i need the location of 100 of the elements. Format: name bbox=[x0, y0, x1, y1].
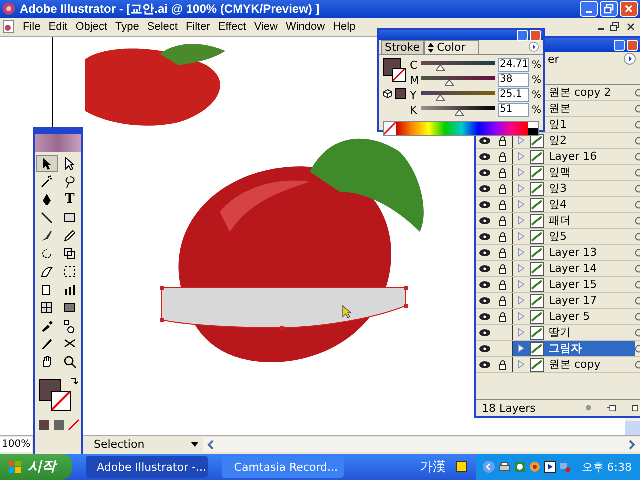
panel-menu-icon[interactable] bbox=[529, 42, 539, 52]
layer-row[interactable]: 원본 copy bbox=[513, 357, 635, 372]
slider-track[interactable] bbox=[421, 61, 495, 65]
value-field[interactable]: 51 bbox=[498, 103, 529, 117]
value-field[interactable]: 38 bbox=[498, 73, 529, 87]
taskbar-button[interactable]: Camtasia Record... bbox=[222, 456, 344, 478]
eye-icon[interactable] bbox=[479, 328, 491, 336]
eye-icon[interactable] bbox=[479, 168, 491, 176]
swap-icon[interactable] bbox=[69, 377, 79, 387]
tab[interactable]: er bbox=[548, 52, 560, 66]
lasso-icon bbox=[63, 174, 77, 188]
minimize-button[interactable] bbox=[614, 40, 625, 50]
taskbar-button[interactable]: Adobe Illustrator -... bbox=[86, 456, 208, 478]
layer-row[interactable]: Layer 17 bbox=[513, 293, 635, 308]
pen-icon bbox=[40, 192, 54, 206]
layer-row[interactable]: 잎5 bbox=[513, 229, 635, 244]
eyedropper-icon bbox=[40, 318, 54, 332]
panel-menu-icon[interactable] bbox=[624, 53, 636, 65]
menu-item[interactable]: Effect bbox=[214, 21, 250, 33]
eye-icon[interactable] bbox=[479, 200, 491, 208]
layer-row[interactable]: Layer 13 bbox=[513, 245, 635, 260]
start-button[interactable]: 시작 bbox=[0, 454, 72, 480]
eye-icon[interactable] bbox=[479, 152, 491, 160]
eye-icon[interactable] bbox=[479, 360, 491, 368]
eye-icon[interactable] bbox=[479, 312, 491, 320]
help-icon[interactable] bbox=[456, 461, 468, 473]
eye-icon[interactable] bbox=[479, 264, 491, 272]
slider-track[interactable] bbox=[421, 76, 495, 80]
menu-item[interactable]: File bbox=[19, 21, 45, 33]
eye-icon[interactable] bbox=[479, 280, 491, 288]
layer-row[interactable]: Layer 16 bbox=[513, 149, 635, 164]
menu-item[interactable]: Edit bbox=[44, 21, 72, 33]
eye-icon[interactable] bbox=[479, 296, 491, 304]
rotate-icon bbox=[40, 246, 54, 260]
tool-button[interactable] bbox=[36, 155, 58, 172]
close-button[interactable] bbox=[530, 30, 541, 40]
layer-row[interactable]: 그림자 bbox=[513, 341, 635, 356]
layer-row[interactable]: 패더 bbox=[513, 213, 635, 228]
menu-item[interactable]: Help bbox=[329, 21, 360, 33]
layer-row[interactable]: 잎3 bbox=[513, 181, 635, 196]
play-icon[interactable] bbox=[544, 461, 556, 473]
lock-icon bbox=[498, 216, 508, 226]
slider-track[interactable] bbox=[421, 106, 495, 110]
chevron-icon[interactable] bbox=[482, 460, 496, 474]
color-mode-icon[interactable] bbox=[38, 419, 50, 431]
eye-icon[interactable] bbox=[479, 344, 491, 352]
gradient-mode-icon[interactable] bbox=[53, 419, 65, 431]
panel-tab[interactable]: Color bbox=[424, 40, 479, 54]
new-layer-icon[interactable] bbox=[630, 403, 640, 413]
value-field[interactable]: 24.71 bbox=[498, 58, 529, 72]
cube-icon[interactable] bbox=[383, 88, 393, 98]
eye-icon[interactable] bbox=[479, 248, 491, 256]
zoom-field[interactable]: 100% bbox=[0, 437, 32, 452]
restore-button[interactable] bbox=[600, 1, 618, 17]
layer-thumbnail-icon bbox=[530, 262, 544, 276]
layer-row[interactable]: Layer 14 bbox=[513, 261, 635, 276]
stroke-none-swatch[interactable] bbox=[51, 391, 71, 411]
close-button[interactable] bbox=[620, 1, 638, 17]
tray-app-icon[interactable] bbox=[514, 461, 526, 473]
color-spectrum[interactable] bbox=[383, 121, 539, 136]
menu-item[interactable]: Object bbox=[72, 21, 112, 33]
close-icon[interactable] bbox=[626, 22, 636, 32]
menu-item[interactable]: Type bbox=[112, 21, 144, 33]
gradient-icon bbox=[63, 300, 77, 314]
eye-icon[interactable] bbox=[479, 232, 491, 240]
stroke-none-swatch[interactable] bbox=[392, 68, 406, 82]
panel-tab[interactable]: Stroke bbox=[381, 40, 424, 54]
minimize-button[interactable] bbox=[580, 1, 598, 17]
layer-row[interactable]: Layer 15 bbox=[513, 277, 635, 292]
layer-row[interactable]: 잎맥 bbox=[513, 165, 635, 180]
menu-item[interactable]: Filter bbox=[182, 21, 214, 33]
value-field[interactable]: 25.1 bbox=[498, 88, 529, 102]
lock-icon bbox=[498, 232, 508, 242]
minimize-button[interactable] bbox=[517, 30, 528, 40]
tool-button[interactable]: T bbox=[59, 191, 81, 208]
ime-indicator[interactable]: 가漢 bbox=[420, 458, 446, 476]
menu-item[interactable]: View bbox=[250, 21, 282, 33]
close-button[interactable] bbox=[627, 40, 638, 50]
none-mode-icon[interactable] bbox=[68, 419, 80, 431]
color-swatch[interactable] bbox=[395, 88, 406, 99]
eye-icon[interactable] bbox=[479, 216, 491, 224]
scrollbar[interactable] bbox=[203, 437, 640, 452]
graph-icon bbox=[63, 282, 77, 296]
layer-row[interactable]: Layer 5 bbox=[513, 309, 635, 324]
printer-icon[interactable] bbox=[498, 461, 511, 473]
direct-icon bbox=[63, 156, 77, 170]
none-swatch[interactable] bbox=[384, 122, 396, 135]
layer-count: 18 Layers bbox=[482, 402, 536, 414]
menu-item[interactable]: Window bbox=[282, 21, 330, 33]
slider-track[interactable] bbox=[421, 91, 495, 95]
layer-row[interactable]: 딸기 bbox=[513, 325, 635, 340]
new-sublayer-icon[interactable] bbox=[607, 403, 617, 413]
eye-icon[interactable] bbox=[479, 136, 491, 144]
windows-logo-icon bbox=[8, 460, 22, 474]
layer-row[interactable]: 잎4 bbox=[513, 197, 635, 212]
scrollbar[interactable] bbox=[625, 421, 640, 435]
eye-icon[interactable] bbox=[479, 184, 491, 192]
status-dropdown[interactable]: Selection bbox=[90, 437, 203, 452]
layer-thumbnail-icon bbox=[530, 294, 544, 308]
menu-item[interactable]: Select bbox=[143, 21, 182, 33]
